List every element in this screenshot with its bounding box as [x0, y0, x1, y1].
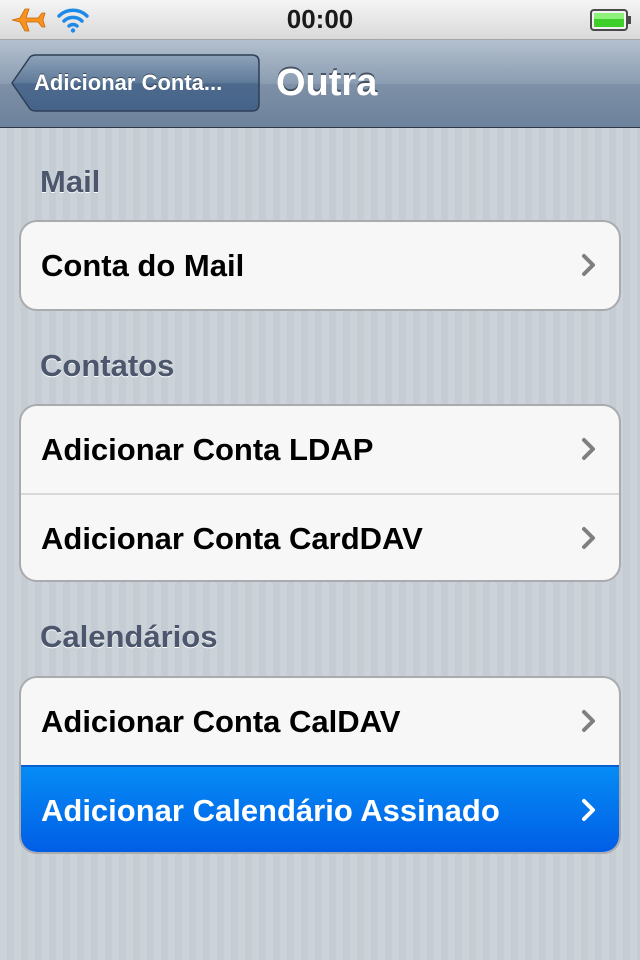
section-header-mail: Mail: [40, 164, 101, 199]
chevron-right-icon: [581, 253, 597, 277]
row-label: Conta do Mail: [41, 248, 245, 283]
status-bar: 00:00: [0, 0, 640, 40]
row-adicionar-conta-carddav[interactable]: Adicionar Conta CardDAV: [21, 493, 619, 580]
group-calendarios: Adicionar Conta CalDAV Adicionar Calendá…: [19, 676, 621, 854]
chevron-right-icon: [581, 526, 597, 550]
chevron-right-icon: [581, 798, 597, 822]
group-contatos: Adicionar Conta LDAP Adicionar Conta Car…: [19, 404, 621, 582]
chevron-right-icon: [581, 709, 597, 733]
navigation-bar: Adicionar Conta... Outra: [0, 40, 640, 128]
battery-icon: [590, 9, 632, 31]
status-time: 00:00: [286, 4, 354, 34]
row-adicionar-conta-caldav[interactable]: Adicionar Conta CalDAV: [21, 678, 619, 765]
row-label: Adicionar Conta LDAP: [41, 432, 374, 467]
row-label: Adicionar Conta CardDAV: [41, 521, 423, 556]
page-title: Outra: [276, 62, 378, 104]
group-mail: Conta do Mail: [19, 220, 621, 311]
back-button[interactable]: Adicionar Conta...: [10, 54, 260, 112]
row-label: Adicionar Calendário Assinado: [41, 793, 500, 828]
row-conta-do-mail[interactable]: Conta do Mail: [21, 222, 619, 309]
back-button-label: Adicionar Conta...: [34, 70, 223, 95]
row-label: Adicionar Conta CalDAV: [41, 704, 401, 739]
section-header-calendarios: Calendários: [40, 619, 218, 654]
row-adicionar-conta-ldap[interactable]: Adicionar Conta LDAP: [21, 406, 619, 493]
chevron-right-icon: [581, 437, 597, 461]
row-adicionar-calendario-assinado[interactable]: Adicionar Calendário Assinado: [21, 765, 619, 852]
section-header-contatos: Contatos: [40, 348, 175, 383]
